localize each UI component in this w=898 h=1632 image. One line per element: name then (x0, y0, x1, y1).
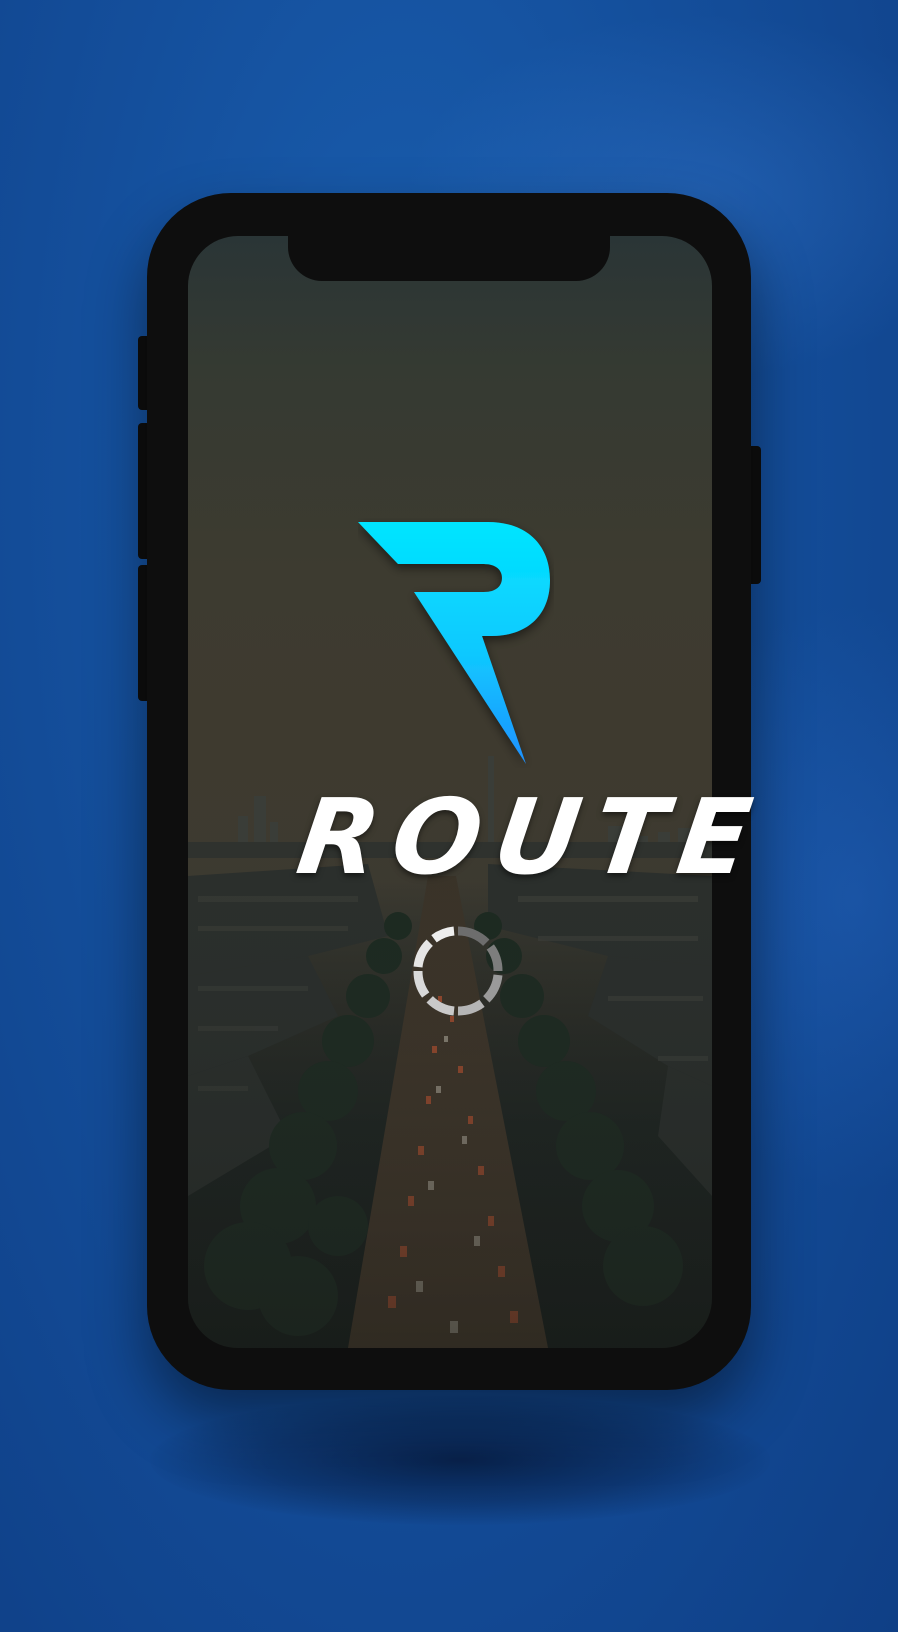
app-name-wordmark: ROUTE (290, 776, 773, 898)
device-shadow (150, 1395, 770, 1525)
phone-notch (288, 226, 610, 281)
route-logo-icon (358, 522, 550, 764)
loading-spinner-icon (413, 926, 503, 1016)
